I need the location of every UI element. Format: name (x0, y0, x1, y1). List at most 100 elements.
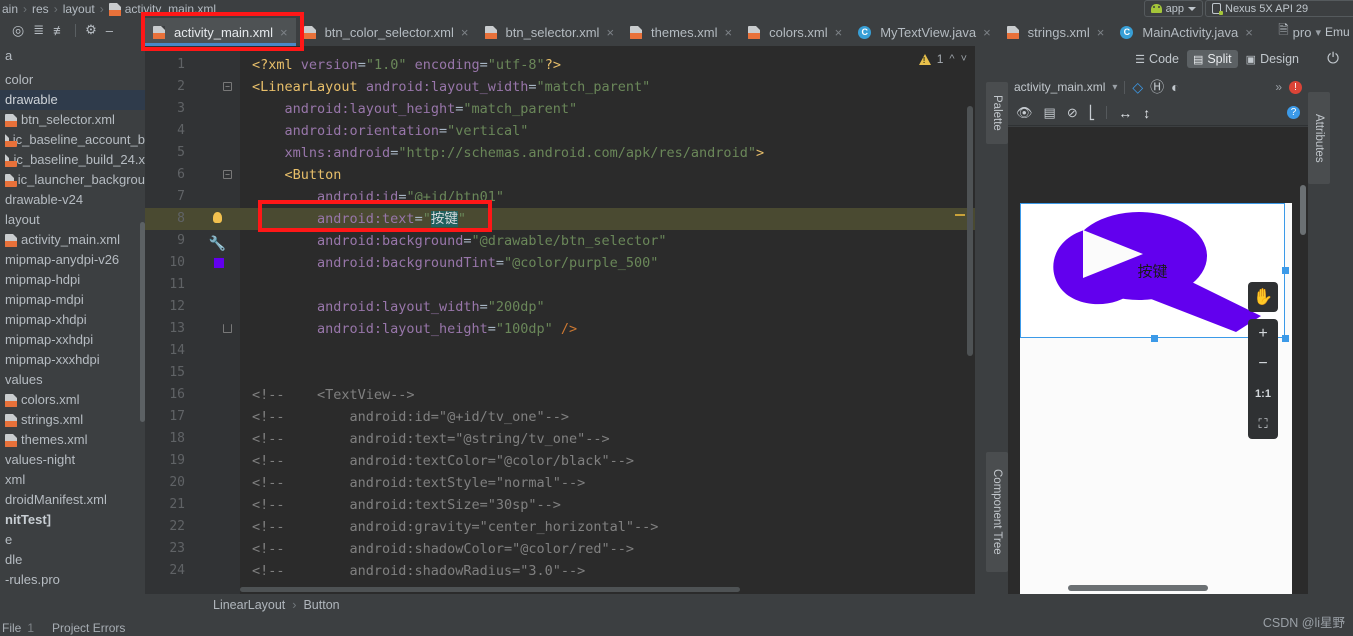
breadcrumb-item-file[interactable]: activity_main.xml (125, 2, 216, 16)
tree-item[interactable]: mipmap-xxxhdpi (0, 350, 145, 370)
tree-item[interactable]: values-night (0, 450, 145, 470)
project-tree[interactable]: a color drawable btn_selector.xml ic_baseli… (0, 42, 145, 620)
tree-item[interactable]: e (0, 530, 145, 550)
code-line[interactable]: 20 <!-- android:textStyle="normal"--> (145, 472, 975, 494)
code-line[interactable]: 24 <!-- android:shadowRadius="3.0"--> (145, 560, 975, 582)
tree-item[interactable]: -rules.pro (0, 570, 145, 590)
tree-item[interactable]: themes.xml (0, 430, 145, 450)
view-mode-code[interactable]: ☰ Code (1129, 50, 1185, 68)
design-vertical-scrollbar[interactable] (1300, 185, 1306, 235)
gutter-marker[interactable] (193, 186, 240, 208)
zoom-out-button[interactable]: − (1248, 349, 1278, 379)
color-swatch-icon[interactable] (214, 258, 224, 268)
code-line[interactable]: 19 <!-- android:textColor="@color/black"-… (145, 450, 975, 472)
design-preview-panel[interactable]: activity_main.xml ▾ ◇ Ⓗ ◐ » ! 👁 ▤ ⊘ ⎣ ↔ … (1008, 74, 1308, 594)
resize-handle-right[interactable] (1282, 267, 1289, 274)
gutter-marker[interactable] (193, 450, 240, 472)
code-line[interactable]: 21 <!-- android:textSize="30sp"--> (145, 494, 975, 516)
code-line[interactable]: 18 <!-- android:text="@string/tv_one"--> (145, 428, 975, 450)
breadcrumb-item-layout[interactable]: layout (63, 2, 95, 16)
gutter-marker[interactable]: − (193, 164, 240, 186)
gutter-marker[interactable]: − (193, 76, 240, 98)
gutter-marker[interactable] (193, 406, 240, 428)
pan-hand-icon[interactable]: ✋ (1248, 282, 1278, 312)
button-widget-preview[interactable]: 按键 (1020, 203, 1285, 338)
editor-tab[interactable]: activity_main.xml × (145, 18, 296, 46)
tab-component-tree[interactable]: Component Tree (986, 452, 1008, 572)
columns-icon[interactable]: ▤ (1044, 105, 1056, 121)
resize-handle-corner[interactable] (1282, 335, 1289, 342)
tree-item[interactable]: values (0, 370, 145, 390)
code-line[interactable]: 9 🔧 android:background="@drawable/btn_sel… (145, 230, 975, 252)
gutter-marker[interactable] (193, 340, 240, 362)
code-line[interactable]: 17 <!-- android:id="@+id/tv_one"--> (145, 406, 975, 428)
tree-item[interactable]: activity_main.xml (0, 230, 145, 250)
breadcrumb-item-res[interactable]: res (32, 2, 49, 16)
view-mode-design[interactable]: ▣ Design (1240, 50, 1305, 68)
blueprint-icon[interactable]: Ⓗ (1150, 77, 1164, 97)
breadcrumb-item-module[interactable]: ain (2, 2, 18, 16)
tree-item[interactable]: mipmap-xxhdpi (0, 330, 145, 350)
close-icon[interactable]: × (280, 25, 288, 40)
design-canvas[interactable]: 按键 ✋ + − 1:1 ⛶ (1008, 127, 1308, 594)
gutter-marker[interactable] (193, 384, 240, 406)
theme-icon[interactable]: ◐ (1171, 79, 1179, 95)
tree-item[interactable]: ic_launcher_backgrou (0, 170, 145, 190)
gutter-marker[interactable] (193, 54, 240, 76)
prev-problem-icon[interactable]: ^ (949, 53, 954, 65)
code-line[interactable]: 14 (145, 340, 975, 362)
close-icon[interactable]: × (461, 25, 469, 40)
zoom-controls[interactable]: + − 1:1 ⛶ (1248, 319, 1278, 439)
gutter-marker[interactable] (193, 296, 240, 318)
code-line[interactable]: 8 android:text="按键" (145, 208, 975, 230)
code-line[interactable]: 11 (145, 274, 975, 296)
close-icon[interactable]: × (1245, 25, 1253, 40)
code-line[interactable]: 12 android:layout_width="200dp" (145, 296, 975, 318)
overflow-icon[interactable]: » (1275, 80, 1282, 94)
editor-tab[interactable]: btn_color_selector.xml × (296, 18, 477, 46)
gutter-marker[interactable] (193, 318, 240, 340)
close-icon[interactable]: × (606, 25, 614, 40)
tab-palette[interactable]: Palette (986, 82, 1008, 144)
gutter-marker[interactable]: 🔧 (193, 230, 240, 252)
editor-vertical-scrollbar[interactable] (967, 106, 973, 356)
settings-gear-icon[interactable]: ⚙ (85, 22, 97, 38)
tree-item[interactable]: drawable-v24 (0, 190, 145, 210)
zoom-fit-screen-icon[interactable]: ⛶ (1248, 409, 1278, 439)
device-selector-chip[interactable]: Nexus 5X API 29 (1205, 0, 1353, 17)
gutter-marker[interactable] (193, 472, 240, 494)
error-icon[interactable]: ! (1289, 80, 1302, 94)
tree-item[interactable]: strings.xml (0, 410, 145, 430)
code-line[interactable]: 6 − <Button (145, 164, 975, 186)
gutter-marker[interactable] (193, 274, 240, 296)
tree-item[interactable]: btn_selector.xml (0, 110, 145, 130)
hide-panel-icon[interactable]: – (106, 23, 113, 38)
design-file-selector[interactable]: activity_main.xml (1014, 80, 1105, 94)
code-line[interactable]: 7 android:id="@+id/btn01" (145, 186, 975, 208)
gutter-marker[interactable] (193, 494, 240, 516)
code-line[interactable]: 10 android:backgroundTint="@color/purple… (145, 252, 975, 274)
editor-tab[interactable]: btn_selector.xml × (477, 18, 623, 46)
inspection-widget[interactable]: 1 ^ ˅ (918, 52, 967, 66)
tree-item[interactable]: xml (0, 470, 145, 490)
tree-item[interactable]: droidManifest.xml (0, 490, 145, 510)
tree-item[interactable]: ic_baseline_account_b (0, 130, 145, 150)
code-line[interactable]: 23 <!-- android:shadowColor="@color/red"-… (145, 538, 975, 560)
tab-attributes[interactable]: Attributes (1308, 92, 1330, 184)
vertical-align-icon[interactable]: ↕ (1143, 105, 1150, 121)
emulator-panel-tab[interactable]: Emu (1325, 18, 1353, 46)
resize-handle-bottom[interactable] (1151, 335, 1158, 342)
code-line[interactable]: 13 android:layout_height="100dp" /> (145, 318, 975, 340)
gutter-marker[interactable] (193, 120, 240, 142)
gutter-marker[interactable] (193, 538, 240, 560)
close-icon[interactable]: × (725, 25, 733, 40)
design-horizontal-scrollbar[interactable] (1068, 585, 1208, 591)
gutter-marker[interactable] (193, 428, 240, 450)
tab-properties[interactable]: 🗎 pro ▾ (1274, 18, 1325, 46)
run-configuration-chip[interactable]: app (1143, 0, 1203, 17)
editor-breadcrumb-linearlayout[interactable]: LinearLayout (213, 598, 285, 612)
code-line[interactable]: 22 <!-- android:gravity="center_horizonta… (145, 516, 975, 538)
fold-icon[interactable]: − (223, 170, 232, 179)
code-editor[interactable]: 1 ^ ˅ 1<?xml version="1.0" encoding="utf… (145, 46, 975, 594)
help-icon[interactable]: ? (1287, 106, 1300, 119)
